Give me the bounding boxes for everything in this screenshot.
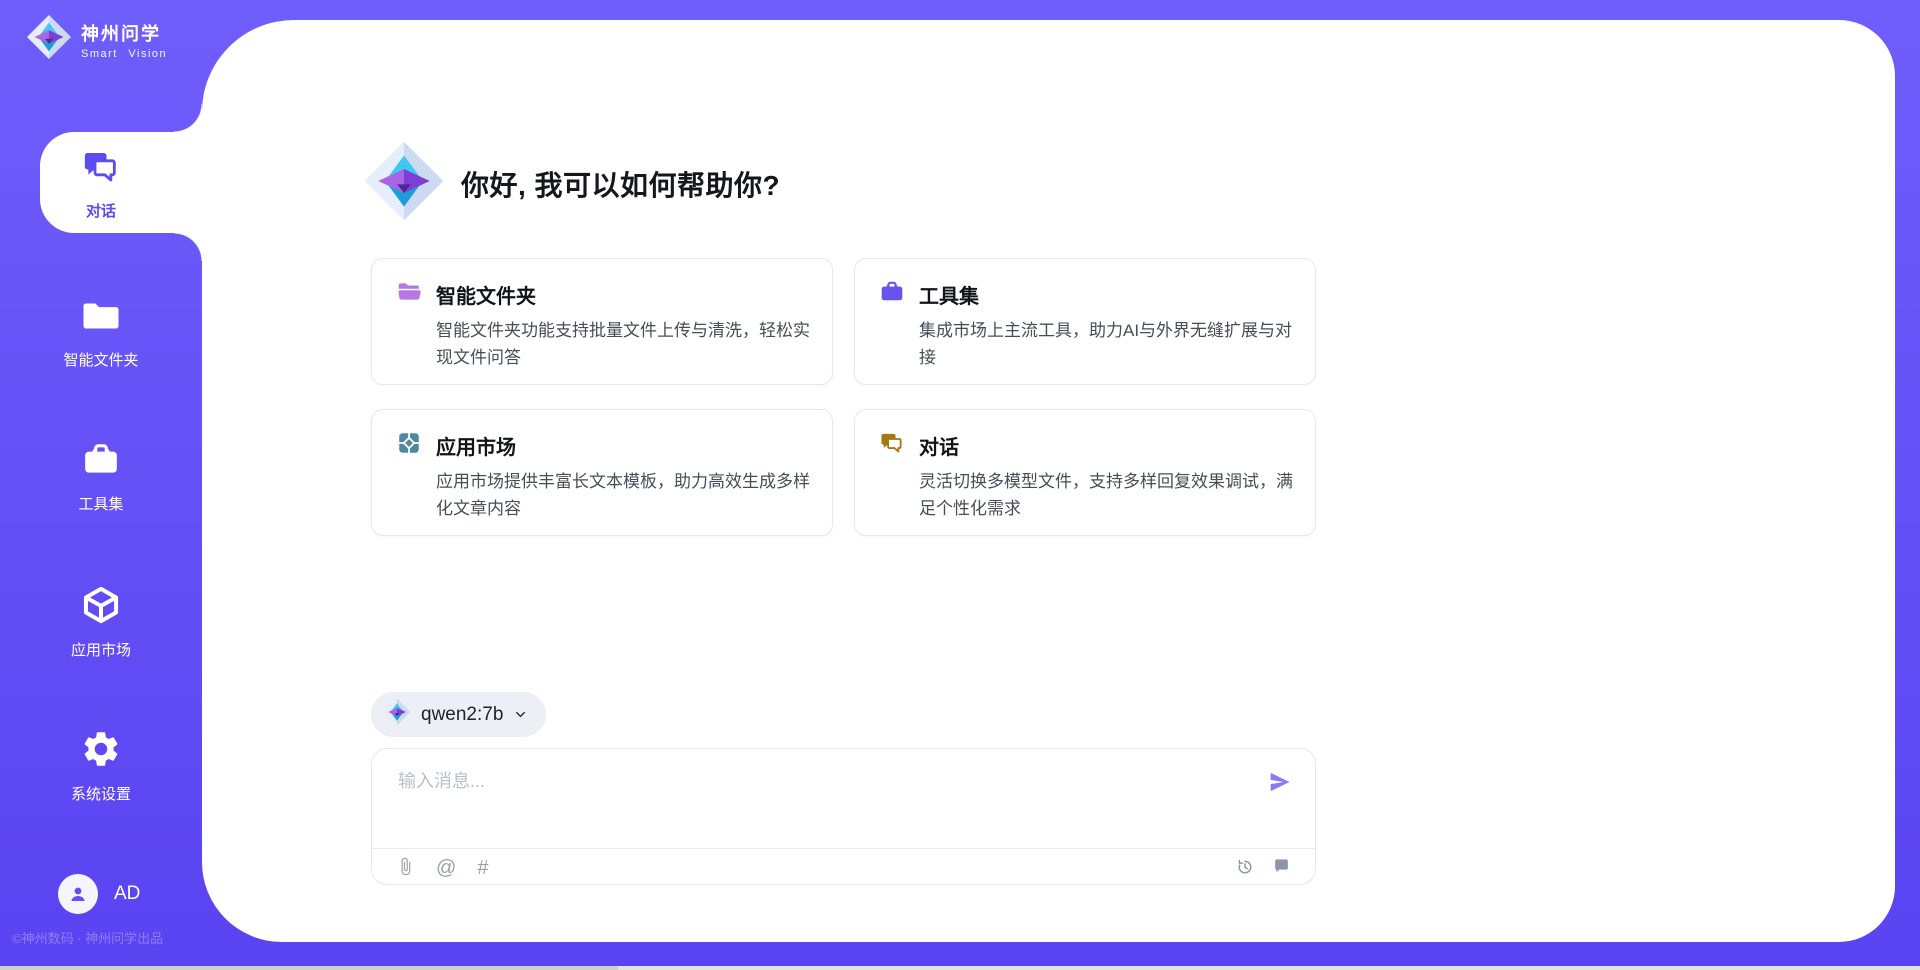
card-description: 智能文件夹功能支持批量文件上传与清洗，轻松实现文件问答	[436, 317, 814, 371]
send-button[interactable]	[1267, 769, 1293, 798]
card-title: 智能文件夹	[436, 280, 536, 309]
sidebar-item-settings[interactable]: 系统设置	[0, 728, 202, 804]
card-app-market[interactable]: 应用市场 应用市场提供丰富长文本模板，助力高效生成多样化文章内容	[371, 409, 833, 536]
sidebar-item-label: 应用市场	[71, 639, 131, 660]
model-name: qwen2:7b	[421, 704, 503, 726]
avatar	[58, 874, 98, 914]
card-smart-folder[interactable]: 智能文件夹 智能文件夹功能支持批量文件上传与清洗，轻松实现文件问答	[371, 258, 833, 385]
pill-fillet-bottom	[174, 233, 202, 261]
greeting-diamond-icon	[363, 140, 445, 227]
sidebar-item-label: 工具集	[78, 493, 123, 514]
new-conversation-button[interactable]	[1272, 857, 1291, 879]
sidebar-item-chat[interactable]: 对话	[0, 147, 202, 221]
at-icon: @	[436, 858, 456, 878]
greeting: 你好, 我可以如何帮助你?	[363, 140, 780, 227]
history-button[interactable]	[1235, 857, 1255, 880]
model-selector[interactable]: qwen2:7b	[371, 692, 546, 737]
mention-button[interactable]: @	[436, 858, 456, 878]
message-input[interactable]	[396, 765, 1240, 839]
copyright-text: ©神州数码 · 神州问学出品	[12, 928, 163, 947]
card-chat[interactable]: 对话 灵活切换多模型文件，支持多样回复效果调试，满足个性化需求	[854, 409, 1316, 536]
main-content: 你好, 我可以如何帮助你? 智能文件夹 智能文件夹功能支持批量文件上传与清洗，轻…	[371, 0, 1316, 970]
brand: 神州问学 Smart Vision	[26, 14, 167, 65]
card-description: 集成市场上主流工具，助力AI与外界无缝扩展与对接	[919, 317, 1297, 371]
sidebar-item-toolset[interactable]: 工具集	[0, 440, 202, 514]
chat-bubbles-icon	[879, 430, 905, 461]
sidebar: 神州问学 Smart Vision 对话 智能文件夹 工具集 应用市场 系统设	[0, 0, 202, 970]
horizontal-scrollbar-track[interactable]	[0, 966, 1920, 970]
card-title: 对话	[919, 431, 959, 460]
chat-bubbles-icon	[81, 147, 121, 192]
folder-icon	[81, 296, 121, 341]
card-toolset[interactable]: 工具集 集成市场上主流工具，助力AI与外界无缝扩展与对接	[854, 258, 1316, 385]
sidebar-item-smart-folder[interactable]: 智能文件夹	[0, 296, 202, 370]
brand-subtitle: Smart Vision	[81, 48, 167, 60]
sidebar-item-label: 系统设置	[71, 783, 131, 804]
sidebar-item-label: 智能文件夹	[63, 349, 138, 370]
pill-fillet-top	[174, 104, 202, 132]
horizontal-scrollbar-thumb[interactable]	[0, 966, 618, 970]
brand-name: 神州问学	[81, 20, 167, 46]
chevron-down-icon	[513, 707, 528, 722]
user-initials: AD	[114, 883, 140, 905]
comment-icon	[1272, 857, 1291, 879]
hashtag-button[interactable]: #	[477, 858, 488, 878]
user-account[interactable]: AD	[58, 874, 140, 914]
feature-cards: 智能文件夹 智能文件夹功能支持批量文件上传与清洗，轻松实现文件问答 工具集 集成…	[371, 258, 1316, 536]
card-description: 灵活切换多模型文件，支持多样回复效果调试，满足个性化需求	[919, 468, 1297, 522]
card-title: 应用市场	[436, 431, 516, 460]
gear-icon	[80, 728, 122, 775]
sidebar-item-app-market[interactable]: 应用市场	[0, 584, 202, 660]
toolbox-icon	[81, 440, 121, 485]
paperclip-icon	[396, 857, 415, 879]
message-composer: @ #	[371, 748, 1316, 885]
attach-file-button[interactable]	[396, 857, 415, 879]
cube-icon	[80, 584, 122, 631]
greeting-title: 你好, 我可以如何帮助你?	[461, 164, 780, 204]
model-diamond-icon	[383, 698, 411, 731]
toolbox-icon	[879, 279, 905, 310]
hashtag-icon: #	[477, 858, 488, 878]
card-title: 工具集	[919, 280, 979, 309]
grid-cube-icon	[396, 430, 422, 461]
composer-divider	[372, 848, 1315, 849]
brand-logo-diamond-icon	[26, 14, 72, 65]
folder-open-icon	[396, 279, 422, 310]
card-description: 应用市场提供丰富长文本模板，助力高效生成多样化文章内容	[436, 468, 814, 522]
sidebar-item-label: 对话	[86, 200, 116, 221]
history-clock-icon	[1235, 857, 1255, 880]
